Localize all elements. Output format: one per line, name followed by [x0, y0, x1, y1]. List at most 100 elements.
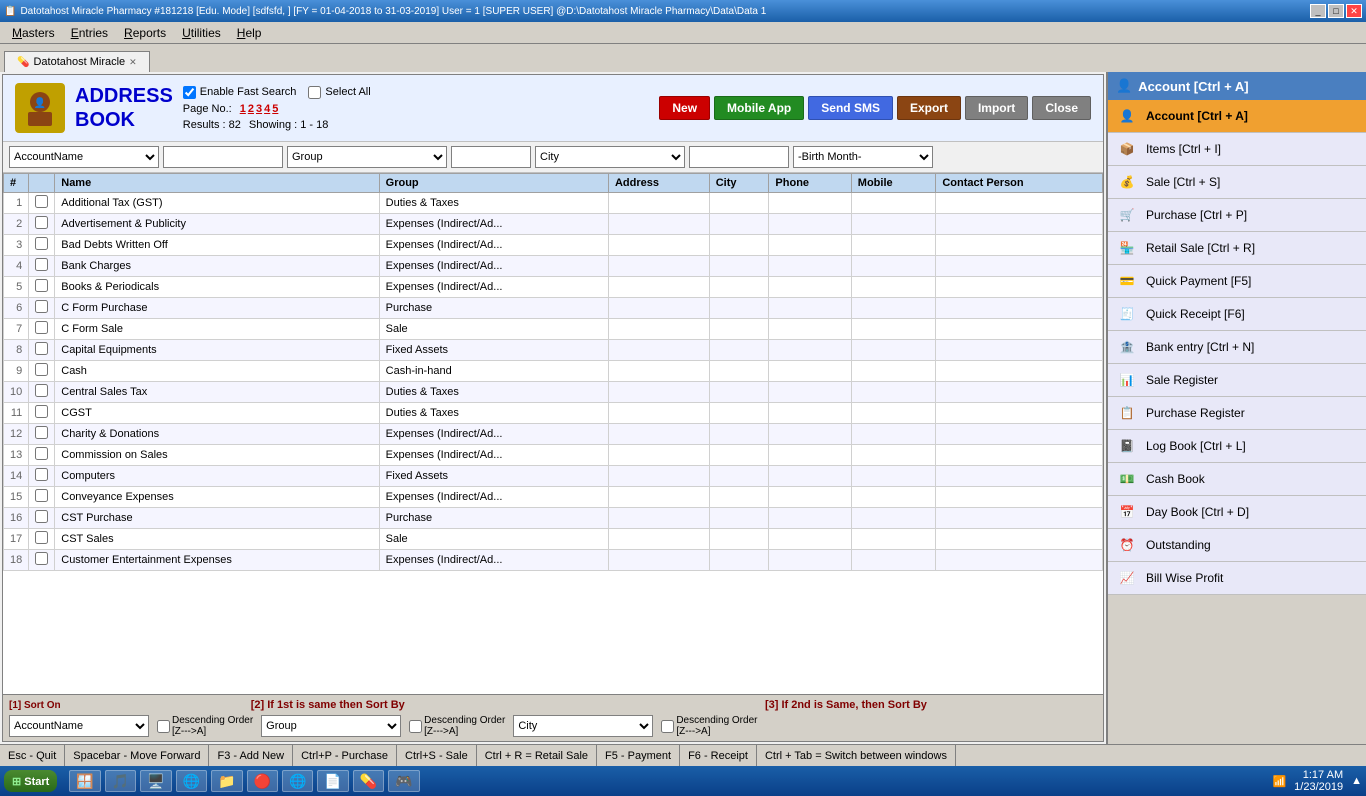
- select-all-checkbox[interactable]: Select All: [308, 86, 370, 99]
- row-checkbox[interactable]: [29, 466, 55, 487]
- sort1-select[interactable]: AccountName: [9, 715, 149, 737]
- table-row[interactable]: 5 Books & Periodicals Expenses (Indirect…: [4, 277, 1103, 298]
- start-button[interactable]: ⊞ Start: [4, 770, 57, 792]
- menu-reports[interactable]: Reports: [116, 24, 174, 42]
- taskbar-app-1[interactable]: 🪟: [69, 770, 100, 792]
- row-checkbox[interactable]: [29, 487, 55, 508]
- maximize-button[interactable]: □: [1328, 4, 1344, 18]
- table-row[interactable]: 11 CGST Duties & Taxes: [4, 403, 1103, 424]
- send-sms-button[interactable]: Send SMS: [808, 96, 893, 120]
- row-checkbox[interactable]: [29, 361, 55, 382]
- fast-search-checkbox[interactable]: Enable Fast Search: [183, 86, 297, 99]
- table-row[interactable]: 14 Computers Fixed Assets: [4, 466, 1103, 487]
- row-checkbox[interactable]: [29, 256, 55, 277]
- menu-entries[interactable]: Entries: [63, 24, 116, 42]
- taskbar-app-9[interactable]: 💊: [353, 770, 384, 792]
- row-checkbox[interactable]: [29, 382, 55, 403]
- account-name-filter[interactable]: AccountName: [9, 146, 159, 168]
- sidebar-item-9[interactable]: 📋 Purchase Register: [1108, 397, 1366, 430]
- taskbar-app-7[interactable]: 🌐: [282, 770, 313, 792]
- group-filter[interactable]: Group: [287, 146, 447, 168]
- sort2-select[interactable]: Group: [261, 715, 401, 737]
- sidebar-item-2[interactable]: 💰 Sale [Ctrl + S]: [1108, 166, 1366, 199]
- col-mobile[interactable]: Mobile: [851, 174, 936, 193]
- taskbar-app-6[interactable]: 🔴: [247, 770, 278, 792]
- row-checkbox[interactable]: [29, 445, 55, 466]
- row-checkbox[interactable]: [29, 550, 55, 571]
- export-button[interactable]: Export: [897, 96, 961, 120]
- sidebar-item-10[interactable]: 📓 Log Book [Ctrl + L]: [1108, 430, 1366, 463]
- page-3[interactable]: 3: [256, 103, 262, 115]
- page-2[interactable]: 2: [248, 103, 254, 115]
- page-4[interactable]: 4: [264, 103, 270, 115]
- table-row[interactable]: 10 Central Sales Tax Duties & Taxes: [4, 382, 1103, 403]
- table-row[interactable]: 12 Charity & Donations Expenses (Indirec…: [4, 424, 1103, 445]
- row-checkbox[interactable]: [29, 235, 55, 256]
- city-filter[interactable]: City: [535, 146, 685, 168]
- col-group[interactable]: Group: [379, 174, 608, 193]
- col-contact[interactable]: Contact Person: [936, 174, 1103, 193]
- sidebar-item-14[interactable]: 📈 Bill Wise Profit: [1108, 562, 1366, 595]
- account-name-input[interactable]: [163, 146, 283, 168]
- new-button[interactable]: New: [659, 96, 710, 120]
- col-city[interactable]: City: [709, 174, 769, 193]
- tab-close-button[interactable]: ✕: [129, 57, 137, 68]
- city-input[interactable]: [689, 146, 789, 168]
- row-checkbox[interactable]: [29, 424, 55, 445]
- row-checkbox[interactable]: [29, 529, 55, 550]
- sidebar-item-8[interactable]: 📊 Sale Register: [1108, 364, 1366, 397]
- row-checkbox[interactable]: [29, 193, 55, 214]
- menu-masters[interactable]: Masters: [4, 24, 63, 42]
- row-checkbox[interactable]: [29, 214, 55, 235]
- sidebar-item-11[interactable]: 💵 Cash Book: [1108, 463, 1366, 496]
- sidebar-item-1[interactable]: 📦 Items [Ctrl + I]: [1108, 133, 1366, 166]
- table-row[interactable]: 17 CST Sales Sale: [4, 529, 1103, 550]
- taskbar-app-10[interactable]: 🎮: [388, 770, 419, 792]
- row-checkbox[interactable]: [29, 508, 55, 529]
- taskbar-app-4[interactable]: 🌐: [176, 770, 207, 792]
- table-row[interactable]: 4 Bank Charges Expenses (Indirect/Ad...: [4, 256, 1103, 277]
- sort3-select[interactable]: City: [513, 715, 653, 737]
- taskbar-app-5[interactable]: 📁: [211, 770, 242, 792]
- taskbar-app-8[interactable]: 📄: [317, 770, 348, 792]
- sidebar-item-6[interactable]: 🧾 Quick Receipt [F6]: [1108, 298, 1366, 331]
- main-tab[interactable]: 💊 Datotahost Miracle ✕: [4, 51, 150, 72]
- sidebar-item-0[interactable]: 👤 Account [Ctrl + A]: [1108, 100, 1366, 133]
- minimize-button[interactable]: _: [1310, 4, 1326, 18]
- birth-month-filter[interactable]: -Birth Month-: [793, 146, 933, 168]
- sidebar-item-7[interactable]: 🏦 Bank entry [Ctrl + N]: [1108, 331, 1366, 364]
- sidebar-item-4[interactable]: 🏪 Retail Sale [Ctrl + R]: [1108, 232, 1366, 265]
- sort2-desc-checkbox[interactable]: Descending Order[Z--->A]: [409, 715, 505, 737]
- row-checkbox[interactable]: [29, 319, 55, 340]
- row-checkbox[interactable]: [29, 403, 55, 424]
- sidebar-item-3[interactable]: 🛒 Purchase [Ctrl + P]: [1108, 199, 1366, 232]
- row-checkbox[interactable]: [29, 340, 55, 361]
- table-row[interactable]: 1 Additional Tax (GST) Duties & Taxes: [4, 193, 1103, 214]
- sort1-desc-checkbox[interactable]: Descending Order[Z--->A]: [157, 715, 253, 737]
- table-row[interactable]: 13 Commission on Sales Expenses (Indirec…: [4, 445, 1103, 466]
- table-row[interactable]: 16 CST Purchase Purchase: [4, 508, 1103, 529]
- table-row[interactable]: 8 Capital Equipments Fixed Assets: [4, 340, 1103, 361]
- sidebar-item-5[interactable]: 💳 Quick Payment [F5]: [1108, 265, 1366, 298]
- taskbar-app-3[interactable]: 🖥️: [140, 770, 171, 792]
- table-row[interactable]: 9 Cash Cash-in-hand: [4, 361, 1103, 382]
- table-row[interactable]: 2 Advertisement & Publicity Expenses (In…: [4, 214, 1103, 235]
- table-row[interactable]: 18 Customer Entertainment Expenses Expen…: [4, 550, 1103, 571]
- col-phone[interactable]: Phone: [769, 174, 851, 193]
- taskbar-app-2[interactable]: 🎵: [105, 770, 136, 792]
- menu-help[interactable]: Help: [229, 24, 270, 42]
- page-5[interactable]: 5: [272, 103, 278, 115]
- col-name[interactable]: Name: [55, 174, 379, 193]
- menu-utilities[interactable]: Utilities: [174, 24, 229, 42]
- table-row[interactable]: 15 Conveyance Expenses Expenses (Indirec…: [4, 487, 1103, 508]
- row-checkbox[interactable]: [29, 298, 55, 319]
- import-button[interactable]: Import: [965, 96, 1028, 120]
- page-1[interactable]: 1: [240, 103, 246, 115]
- row-checkbox[interactable]: [29, 277, 55, 298]
- mobile-app-button[interactable]: Mobile App: [714, 96, 804, 120]
- window-close-button[interactable]: ✕: [1346, 4, 1362, 18]
- group-input[interactable]: [451, 146, 531, 168]
- table-row[interactable]: 6 C Form Purchase Purchase: [4, 298, 1103, 319]
- col-address[interactable]: Address: [608, 174, 709, 193]
- close-button[interactable]: Close: [1032, 96, 1091, 120]
